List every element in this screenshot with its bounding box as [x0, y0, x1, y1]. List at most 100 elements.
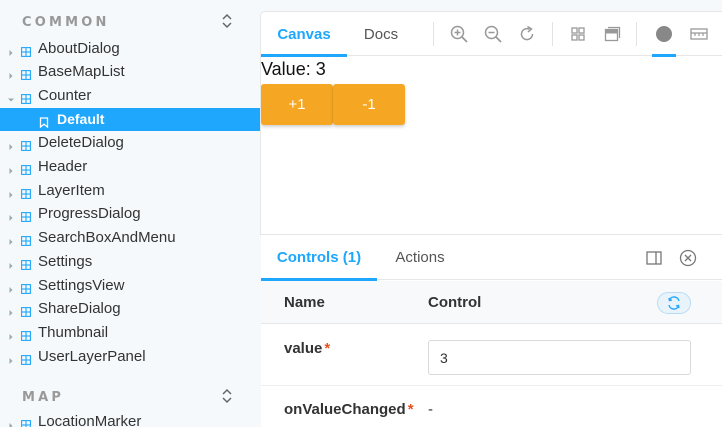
caret-right-icon[interactable]	[7, 281, 15, 293]
caret-right-icon[interactable]	[7, 417, 15, 427]
canvas-panel: Canvas Docs Value: 3 +1 -1	[261, 12, 722, 234]
caret-right-icon[interactable]	[7, 186, 15, 198]
component-icon	[21, 281, 31, 294]
component-icon	[21, 67, 31, 81]
component-icon	[21, 233, 31, 247]
required-marker: *	[324, 340, 331, 357]
tab-canvas[interactable]: Canvas	[261, 12, 347, 57]
expand-collapse-icon[interactable]	[220, 388, 234, 404]
decrement-button[interactable]: -1	[333, 84, 405, 125]
caret-right-icon[interactable]	[7, 304, 15, 317]
story-item-default[interactable]: Default	[0, 107, 261, 131]
component-icon	[21, 417, 31, 427]
component-icon	[21, 257, 31, 270]
component-icon	[21, 352, 31, 365]
caret-right-icon[interactable]	[7, 138, 15, 151]
reset-controls-button[interactable]	[657, 292, 691, 314]
prop-name: value *	[284, 340, 330, 357]
control-row-onvaluechanged: onValueChanged * -	[261, 386, 722, 427]
sidebar-item-label: AboutDialog	[38, 39, 120, 57]
story-preview: Value: 3 +1 -1	[261, 57, 722, 234]
sidebar-item-thumbnail[interactable]: Thumbnail	[0, 321, 261, 344]
close-icon[interactable]	[679, 249, 697, 267]
sidebar-item-label: Default	[57, 111, 105, 128]
sidebar-item-searchboxandmenu[interactable]: SearchBoxAndMenu	[0, 226, 261, 249]
ruler-icon[interactable]	[689, 24, 709, 44]
prop-name-text: onValueChanged	[284, 401, 406, 418]
prop-name-text: value	[284, 340, 323, 357]
sidebar-item-settingsview[interactable]: SettingsView	[0, 274, 261, 297]
sidebar: COMMON AboutDialog BaseMapList Counter Defa…	[0, 0, 261, 427]
section-title: MAP	[22, 389, 65, 405]
sidebar-item-label: SettingsView	[38, 276, 125, 294]
sidebar-item-label: UserLayerPanel	[38, 347, 146, 365]
sidebar-item-label: Counter	[38, 86, 92, 104]
section-header-common[interactable]: COMMON	[0, 11, 261, 33]
section-header-map[interactable]: MAP	[0, 386, 261, 408]
component-icon	[21, 44, 31, 57]
prop-value-placeholder: -	[428, 401, 433, 418]
sidebar-item-progressdialog[interactable]: ProgressDialog	[0, 202, 261, 225]
sync-icon	[668, 296, 680, 310]
required-marker: *	[407, 401, 414, 418]
column-header-name: Name	[284, 294, 325, 311]
caret-right-icon[interactable]	[7, 257, 15, 269]
bookmark-icon	[39, 115, 49, 128]
caret-right-icon[interactable]	[7, 328, 15, 340]
sidebar-item-label: ShareDialog	[38, 300, 121, 318]
reset-zoom-icon[interactable]	[517, 24, 537, 44]
sidebar-item-aboutdialog[interactable]: AboutDialog	[0, 37, 261, 60]
component-icon	[21, 91, 31, 104]
component-icon	[21, 209, 31, 223]
background-icon[interactable]	[602, 24, 622, 44]
control-row-value: value *	[261, 324, 722, 386]
sidebar-item-counter[interactable]: Counter	[0, 84, 261, 107]
section-title: COMMON	[22, 14, 110, 30]
caret-down-icon[interactable]	[7, 91, 15, 102]
addons-tabbar: Controls (1) Actions	[261, 235, 722, 281]
component-icon	[21, 138, 31, 152]
toolbar-divider	[433, 22, 434, 46]
sidebar-item-layeritem[interactable]: LayerItem	[0, 179, 261, 202]
expand-collapse-icon[interactable]	[220, 13, 234, 29]
sidebar-item-userlayerpanel[interactable]: UserLayerPanel	[0, 345, 261, 368]
component-icon	[21, 304, 31, 318]
caret-right-icon[interactable]	[7, 233, 15, 246]
sidebar-item-locationmarker[interactable]: LocationMarker	[0, 410, 261, 427]
zoom-out-icon[interactable]	[483, 24, 503, 44]
sidebar-item-header[interactable]: Header	[0, 155, 261, 178]
caret-right-icon[interactable]	[7, 67, 15, 80]
caret-right-icon[interactable]	[7, 44, 15, 56]
counter-value-text: Value: 3	[261, 59, 326, 79]
zoom-in-icon[interactable]	[449, 24, 469, 44]
sidebar-item-label: SearchBoxAndMenu	[38, 229, 176, 247]
component-icon	[21, 328, 31, 341]
circle-icon[interactable]	[652, 24, 676, 57]
tab-controls[interactable]: Controls (1)	[261, 235, 377, 281]
panel-orientation-icon[interactable]	[645, 249, 663, 267]
sidebar-item-basemaplist[interactable]: BaseMapList	[0, 60, 261, 83]
grid-icon[interactable]	[568, 24, 588, 44]
tab-actions[interactable]: Actions	[377, 235, 463, 280]
sidebar-item-settings[interactable]: Settings	[0, 250, 261, 273]
value-input[interactable]	[428, 340, 691, 375]
addons-panel: Controls (1) Actions Name Control value *…	[261, 234, 722, 427]
column-header-control: Control	[428, 294, 482, 311]
toolbar-divider	[636, 22, 637, 46]
toolbar-divider	[552, 22, 553, 46]
sidebar-item-label: ProgressDialog	[38, 205, 141, 223]
component-icon	[21, 186, 31, 199]
caret-right-icon[interactable]	[7, 352, 15, 364]
tab-docs[interactable]: Docs	[347, 12, 415, 56]
sidebar-item-label: LayerItem	[38, 181, 105, 199]
increment-button[interactable]: +1	[261, 84, 333, 125]
component-icon	[21, 162, 31, 175]
sidebar-item-label: Header	[38, 158, 88, 175]
sidebar-item-sharedialog[interactable]: ShareDialog	[0, 297, 261, 320]
caret-right-icon[interactable]	[7, 209, 15, 222]
sidebar-item-label: Settings	[38, 252, 93, 270]
caret-right-icon[interactable]	[7, 162, 15, 174]
controls-table-header: Name Control	[261, 281, 722, 324]
sidebar-item-deletedialog[interactable]: DeleteDialog	[0, 131, 261, 154]
sidebar-item-label: BaseMapList	[38, 63, 125, 81]
